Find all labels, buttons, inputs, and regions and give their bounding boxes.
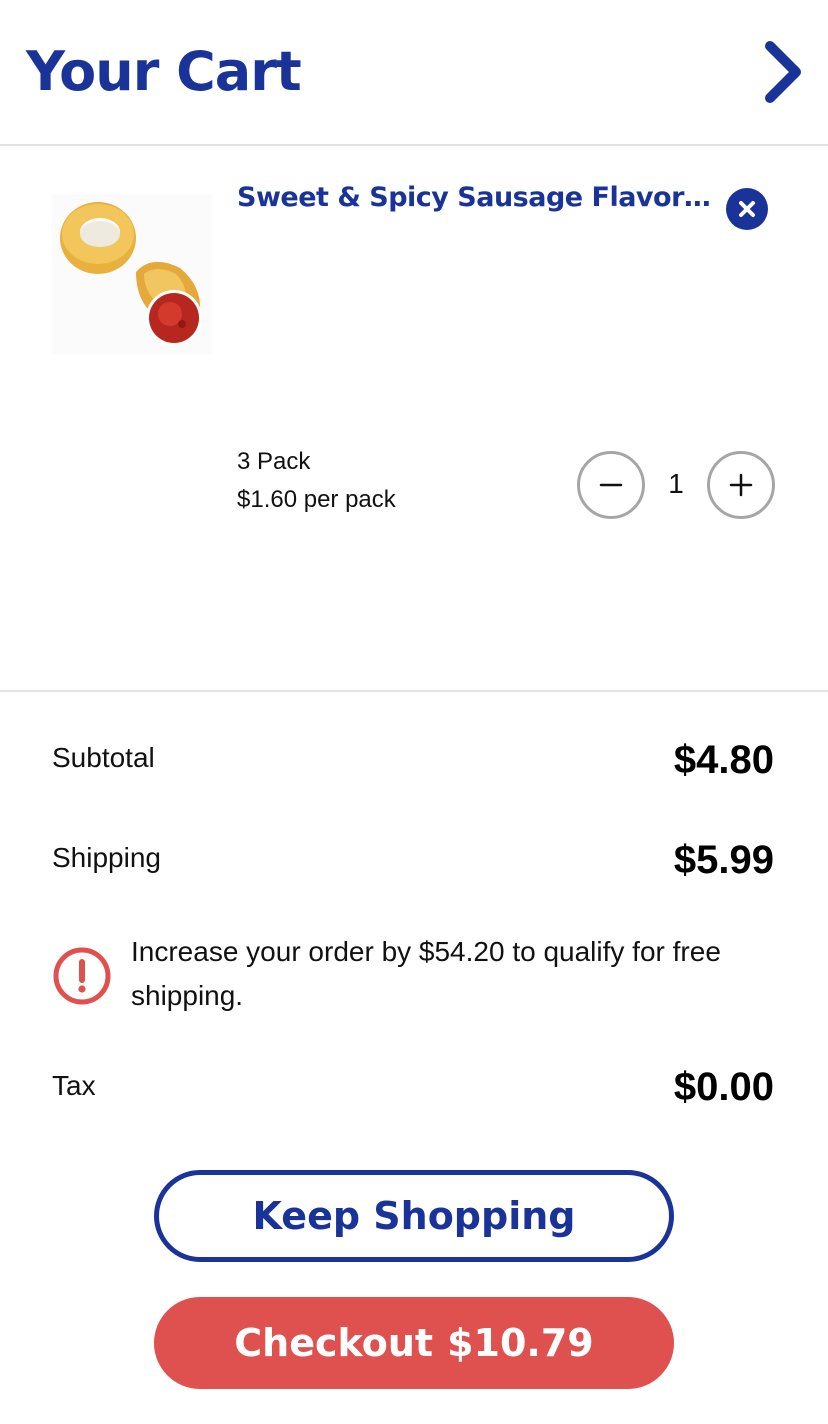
remove-item-button[interactable] <box>726 188 768 230</box>
tax-value: $0.00 <box>673 1065 774 1109</box>
cart-header: Your Cart <box>0 0 828 146</box>
product-name[interactable]: Sweet & Spicy Sausage Flavore... <box>237 182 717 213</box>
product-image[interactable] <box>52 194 212 354</box>
checkout-button[interactable]: Checkout $10.79 <box>154 1297 674 1389</box>
checkout-label: Checkout <box>234 1321 434 1365</box>
shipping-value: $5.99 <box>673 838 774 882</box>
increment-quantity-button[interactable] <box>707 451 775 519</box>
pack-size: 3 Pack <box>237 448 311 475</box>
keep-shopping-button[interactable]: Keep Shopping <box>154 1170 674 1262</box>
quantity-value: 1 <box>668 468 684 499</box>
checkout-total: $10.79 <box>447 1321 594 1365</box>
free-shipping-message: Increase your order by $54.20 to qualify… <box>131 936 721 1011</box>
close-icon <box>739 201 755 217</box>
close-cart-button[interactable] <box>752 32 814 112</box>
cart-item: Sweet & Spicy Sausage Flavore... 3 Pack … <box>0 148 828 690</box>
price-per-pack: $1.60 per pack <box>237 486 396 513</box>
shipping-label: Shipping <box>52 842 161 873</box>
decrement-quantity-button[interactable] <box>577 451 645 519</box>
tax-label: Tax <box>52 1070 96 1101</box>
exclamation-circle-icon <box>53 947 111 1005</box>
subtotal-value: $4.80 <box>673 738 774 782</box>
minus-icon <box>599 483 623 487</box>
page-title: Your Cart <box>26 40 302 103</box>
plus-icon <box>729 473 753 497</box>
chevron-right-icon <box>765 41 801 103</box>
subtotal-label: Subtotal <box>52 742 155 773</box>
free-shipping-notice <box>52 946 112 1006</box>
divider <box>0 690 828 692</box>
